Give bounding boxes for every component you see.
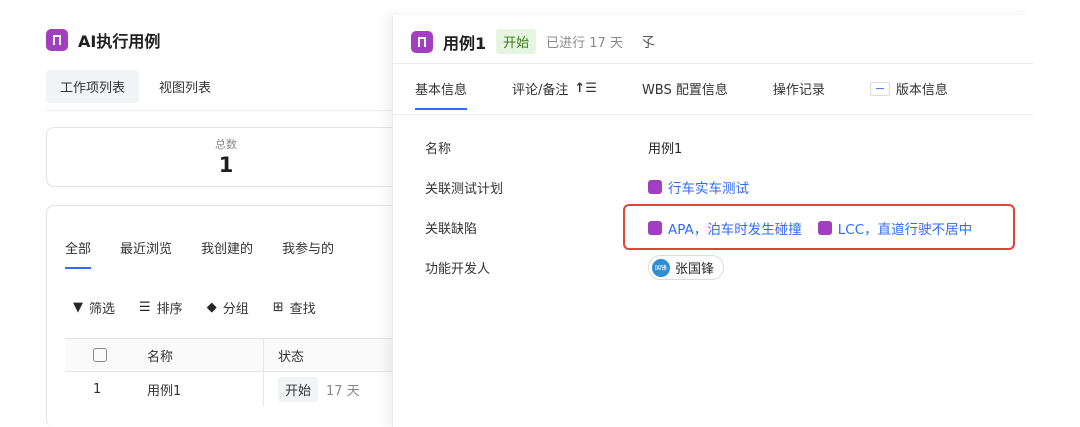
tab-view-list[interactable]: 视图列表	[145, 70, 225, 103]
field-value-developer: 国锋 张国锋	[648, 255, 725, 280]
work-item-list-panel: AI执行用例 工作项列表 视图列表 总数 1 全部 最近浏览 我创建的 我参与的…	[0, 0, 407, 427]
work-item-table: 名称 状态 1 用例1 开始 17 天	[65, 338, 407, 406]
row-index: 1	[93, 381, 102, 397]
version-icon	[869, 81, 890, 96]
filter-tabs: 全部 最近浏览 我创建的 我参与的	[65, 238, 363, 269]
find-button[interactable]: ⊞ 查找	[273, 298, 316, 317]
column-header-state[interactable]: 状态	[263, 339, 407, 371]
table-header: 名称 状态	[65, 338, 407, 372]
select-all-cell	[65, 348, 131, 362]
elapsed-time: 已进行 17 天	[546, 36, 623, 51]
tab-all[interactable]: 全部	[65, 238, 92, 269]
tab-comments-label: 评论/备注	[512, 83, 569, 98]
detail-tabs: 基本信息 评论/备注 ↑☰ WBS 配置信息 操作记录 版本信息	[415, 79, 993, 110]
filter-icon: ▼	[73, 300, 83, 315]
tab-participated[interactable]: 我参与的	[282, 238, 334, 269]
table-row[interactable]: 1 用例1 开始 17 天	[65, 372, 407, 406]
field-value-defects: APA，泊车时发生碰撞 LCC，直道行驶不居中	[648, 218, 982, 238]
sort-button[interactable]: ☰ 排序	[139, 298, 183, 317]
detail-header: 用例1 开始 已进行 17 天 孓	[411, 29, 655, 54]
field-value-name[interactable]: 用例1	[648, 138, 682, 157]
app-title: AI执行用例	[78, 32, 161, 51]
field-label-developer: 功能开发人	[425, 262, 491, 277]
status-badge[interactable]: 开始	[496, 29, 537, 54]
divider	[393, 114, 1033, 115]
tab-wbs-config[interactable]: WBS 配置信息	[642, 79, 728, 110]
filter-label: 筛选	[89, 302, 116, 317]
field-label-name: 名称	[425, 142, 452, 157]
tab-operation-log[interactable]: 操作记录	[773, 79, 825, 110]
find-icon: ⊞	[272, 300, 284, 315]
select-all-checkbox[interactable]	[93, 348, 107, 362]
row-state-cell: 开始 17 天	[263, 372, 407, 406]
group-button[interactable]: ◆ 分组	[207, 298, 249, 317]
divider	[46, 110, 392, 111]
pin-icon[interactable]: 孓	[641, 32, 655, 52]
tab-comments[interactable]: 评论/备注 ↑☰	[512, 79, 597, 110]
tab-work-item-list[interactable]: 工作项列表	[46, 70, 140, 103]
view-tabs: 工作项列表 视图列表	[46, 70, 225, 103]
total-value: 1	[218, 153, 234, 177]
row-name[interactable]: 用例1	[131, 380, 263, 399]
bookmark-icon	[411, 30, 433, 53]
bookmark-icon	[46, 29, 68, 51]
total-count-card: 总数 1	[46, 127, 406, 187]
toolbar: ▼ 筛选 ☰ 排序 ◆ 分组 ⊞ 查找	[73, 298, 316, 317]
defect-link-lcc[interactable]: LCC，直道行驶不居中	[838, 218, 972, 238]
row-state[interactable]: 开始	[278, 376, 319, 402]
tab-operation-log-label: 操作记录	[772, 83, 825, 98]
detail-title: 用例1	[443, 33, 487, 53]
total-label: 总数	[215, 138, 237, 151]
field-label-defects: 关联缺陷	[425, 222, 478, 237]
tab-recent[interactable]: 最近浏览	[120, 238, 172, 269]
defect-link-apa[interactable]: APA，泊车时发生碰撞	[668, 218, 802, 238]
column-header-state-label: 状态	[278, 349, 305, 365]
find-label: 查找	[289, 302, 316, 317]
tab-created-by-me[interactable]: 我创建的	[201, 238, 253, 269]
test-plan-link[interactable]: 行车实车测试	[668, 177, 749, 197]
tab-basic-info-label: 基本信息	[415, 83, 468, 98]
name-value: 用例1	[648, 142, 683, 157]
sort-label: 排序	[156, 302, 183, 317]
sort-icon: ☰	[139, 300, 151, 315]
list-card: 全部 最近浏览 我创建的 我参与的 ▼ 筛选 ☰ 排序 ◆ 分组 ⊞ 查找 名称…	[46, 205, 407, 427]
sort-order-icon[interactable]: ↑☰	[574, 81, 597, 96]
tab-basic-info[interactable]: 基本信息	[415, 79, 468, 110]
filter-button[interactable]: ▼ 筛选	[73, 298, 115, 317]
field-value-test-plan: 行车实车测试	[648, 177, 749, 197]
field-label-test-plan: 关联测试计划	[425, 182, 504, 197]
defect-icon	[648, 221, 662, 235]
tab-wbs-config-label: WBS 配置信息	[641, 83, 728, 98]
defect-icon	[817, 221, 832, 235]
divider	[393, 63, 1033, 64]
developer-name: 张国锋	[675, 262, 715, 277]
tab-version-info-label: 版本信息	[895, 83, 948, 98]
detail-panel: 用例1 开始 已进行 17 天 孓 基本信息 评论/备注 ↑☰ WBS 配置信息…	[392, 15, 1033, 427]
column-header-name[interactable]: 名称	[131, 346, 263, 365]
app-header: AI执行用例	[46, 28, 160, 52]
test-plan-icon	[648, 180, 662, 194]
group-label: 分组	[222, 302, 249, 317]
tag-icon: ◆	[206, 300, 217, 315]
row-days: 17 天	[326, 383, 360, 399]
avatar: 国锋	[652, 258, 670, 277]
tab-version-info[interactable]: 版本信息	[869, 79, 948, 110]
user-chip[interactable]: 国锋 张国锋	[648, 255, 725, 280]
